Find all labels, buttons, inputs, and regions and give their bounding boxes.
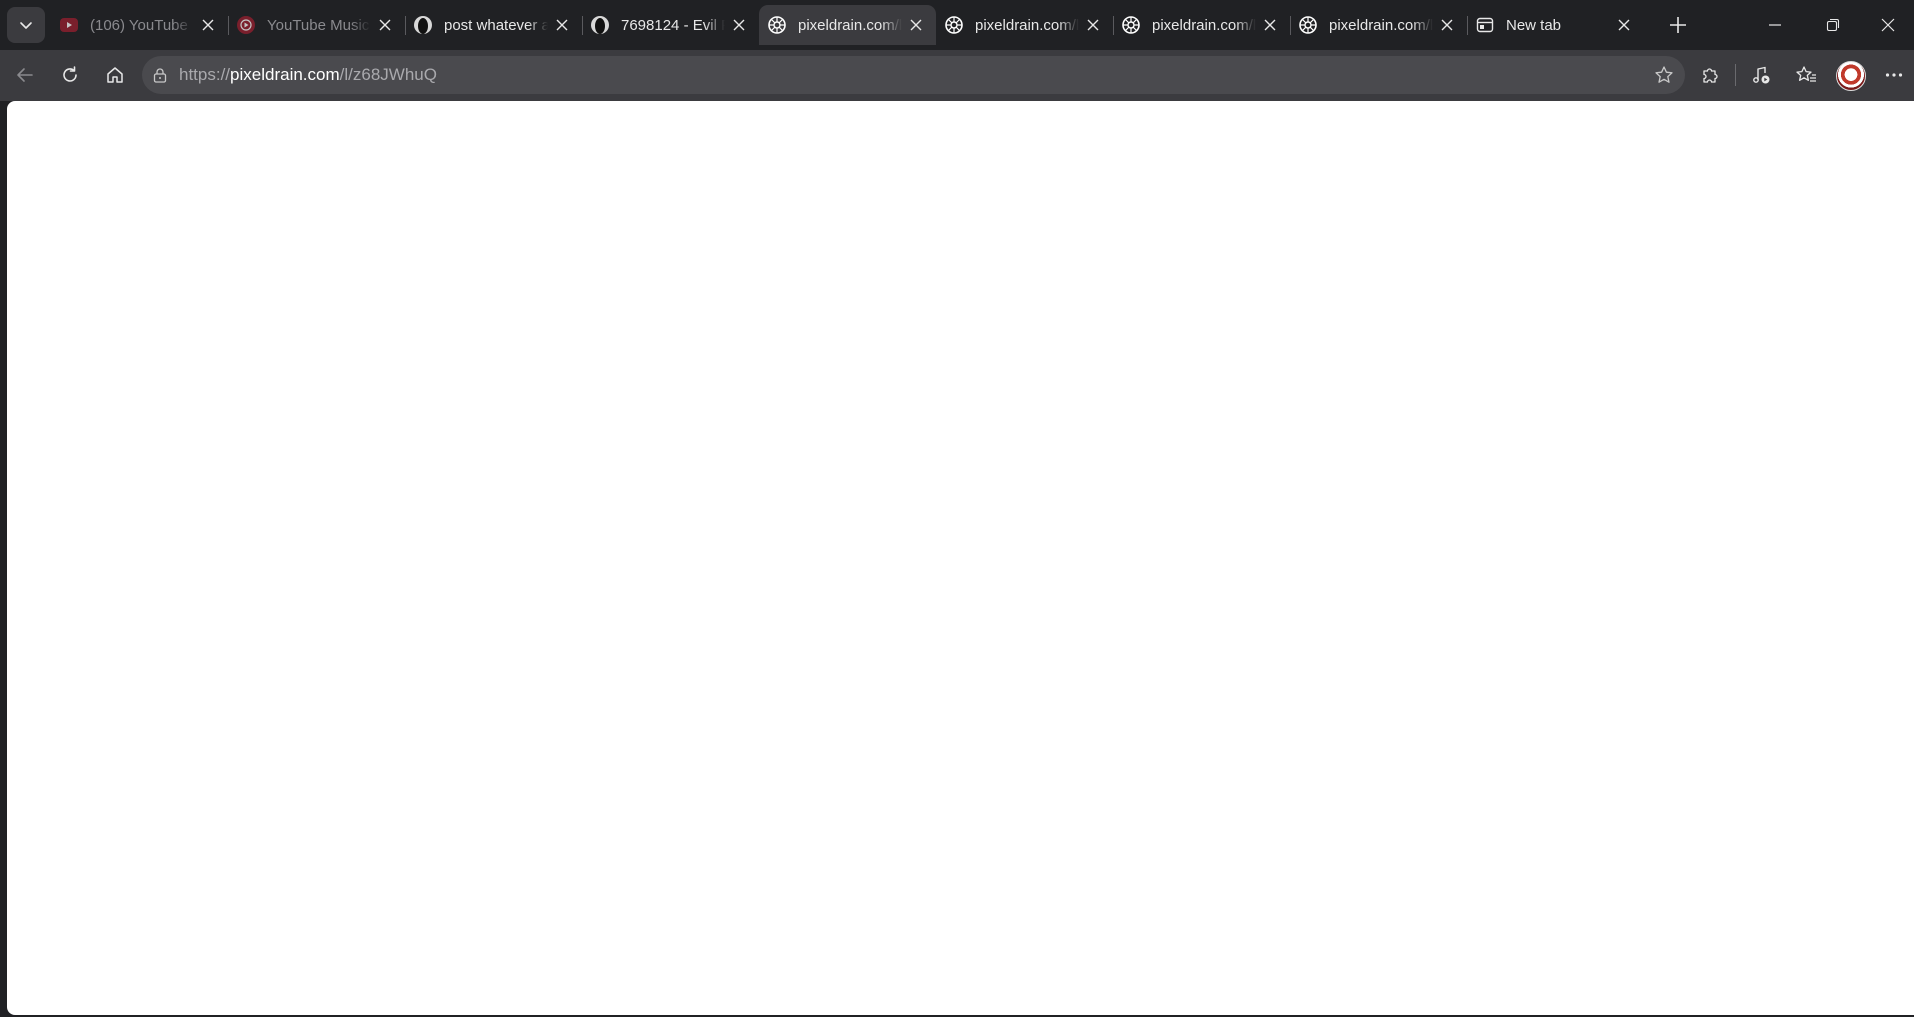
new-tab-page-icon [1476, 16, 1494, 34]
pixeldrain-icon [1299, 16, 1317, 34]
avatar-silhouette-icon [591, 16, 609, 34]
tab-pixeldrain-active[interactable]: pixeldrain.com/l [759, 5, 936, 45]
tab-post-whatever[interactable]: post whatever a [405, 5, 582, 45]
toolbar-divider [1735, 64, 1736, 86]
tab-list: (106) YouTube YouTube Music post whateve… [51, 5, 1644, 45]
restore-icon [1826, 18, 1840, 32]
tab-pixeldrain[interactable]: pixeldrain.com/l [1290, 5, 1467, 45]
close-icon[interactable] [906, 15, 926, 35]
ellipsis-icon [1885, 72, 1903, 78]
close-icon[interactable] [729, 15, 749, 35]
star-icon [1654, 65, 1674, 85]
tab-title: YouTube Music [267, 16, 370, 34]
tab-title: New tab [1506, 16, 1562, 34]
close-window-button[interactable] [1862, 0, 1914, 50]
refresh-icon [60, 65, 80, 85]
tab-pixeldrain[interactable]: pixeldrain.com/l [936, 5, 1113, 45]
tab-title: pixeldrain.com/l [975, 16, 1079, 34]
avatar-silhouette-icon [414, 16, 432, 34]
favorite-star-button[interactable] [1649, 60, 1679, 90]
minimize-button[interactable] [1746, 0, 1804, 50]
chevron-down-icon [18, 17, 34, 33]
tab-title: pixeldrain.com/l [798, 16, 902, 34]
minimize-icon [1768, 18, 1782, 32]
address-bar[interactable]: https://pixeldrain.com/l/z68JWhuQ [142, 56, 1685, 94]
tab-title: pixeldrain.com/l [1152, 16, 1256, 34]
tab-title: post whatever a [444, 16, 548, 34]
close-icon[interactable] [375, 15, 395, 35]
favorites-button[interactable] [1788, 57, 1824, 93]
puzzle-piece-icon [1700, 65, 1720, 85]
tab-evil[interactable]: 7698124 - Evil F [582, 5, 759, 45]
tab-pixeldrain[interactable]: pixeldrain.com/l [1113, 5, 1290, 45]
settings-more-button[interactable] [1877, 57, 1911, 93]
url-scheme: https:// [179, 65, 231, 84]
pixeldrain-icon [945, 16, 963, 34]
home-icon [105, 65, 125, 85]
close-icon[interactable] [1437, 15, 1457, 35]
tab-title: pixeldrain.com/l [1329, 16, 1433, 34]
favorites-star-list-icon [1795, 65, 1817, 85]
lock-icon[interactable] [151, 66, 169, 84]
close-icon[interactable] [552, 15, 572, 35]
tab-strip: (106) YouTube YouTube Music post whateve… [0, 0, 1914, 50]
home-button[interactable] [97, 57, 133, 93]
url-host: pixeldrain.com [230, 65, 340, 84]
url-path: /l/z68JWhuQ [339, 65, 437, 84]
tab-actions-menu-button[interactable] [7, 7, 45, 43]
pixeldrain-icon [768, 16, 786, 34]
tab-youtube-music[interactable]: YouTube Music [228, 5, 405, 45]
page-content-area[interactable] [7, 101, 1914, 1015]
arrow-left-icon [15, 65, 35, 85]
tab-new-tab[interactable]: New tab [1467, 5, 1644, 45]
media-control-button[interactable] [1743, 57, 1779, 93]
pixeldrain-icon [1122, 16, 1140, 34]
browser-toolbar: https://pixeldrain.com/l/z68JWhuQ [0, 50, 1914, 101]
tab-youtube[interactable]: (106) YouTube [51, 5, 228, 45]
youtube-music-icon [237, 16, 255, 34]
extensions-button[interactable] [1692, 57, 1728, 93]
close-icon[interactable] [198, 15, 218, 35]
close-icon[interactable] [1083, 15, 1103, 35]
youtube-icon [60, 16, 78, 34]
close-icon[interactable] [1260, 15, 1280, 35]
refresh-button[interactable] [52, 57, 88, 93]
back-button[interactable] [7, 57, 43, 93]
plus-icon [1669, 16, 1687, 34]
tab-title: (106) YouTube [90, 16, 188, 34]
address-url[interactable]: https://pixeldrain.com/l/z68JWhuQ [179, 56, 437, 94]
close-icon[interactable] [1614, 15, 1634, 35]
tab-title: 7698124 - Evil F [621, 16, 725, 34]
profile-avatar[interactable] [1836, 61, 1866, 91]
new-tab-button[interactable] [1662, 9, 1694, 41]
close-icon [1881, 18, 1895, 32]
music-note-play-icon [1751, 65, 1771, 85]
restore-button[interactable] [1804, 0, 1862, 50]
